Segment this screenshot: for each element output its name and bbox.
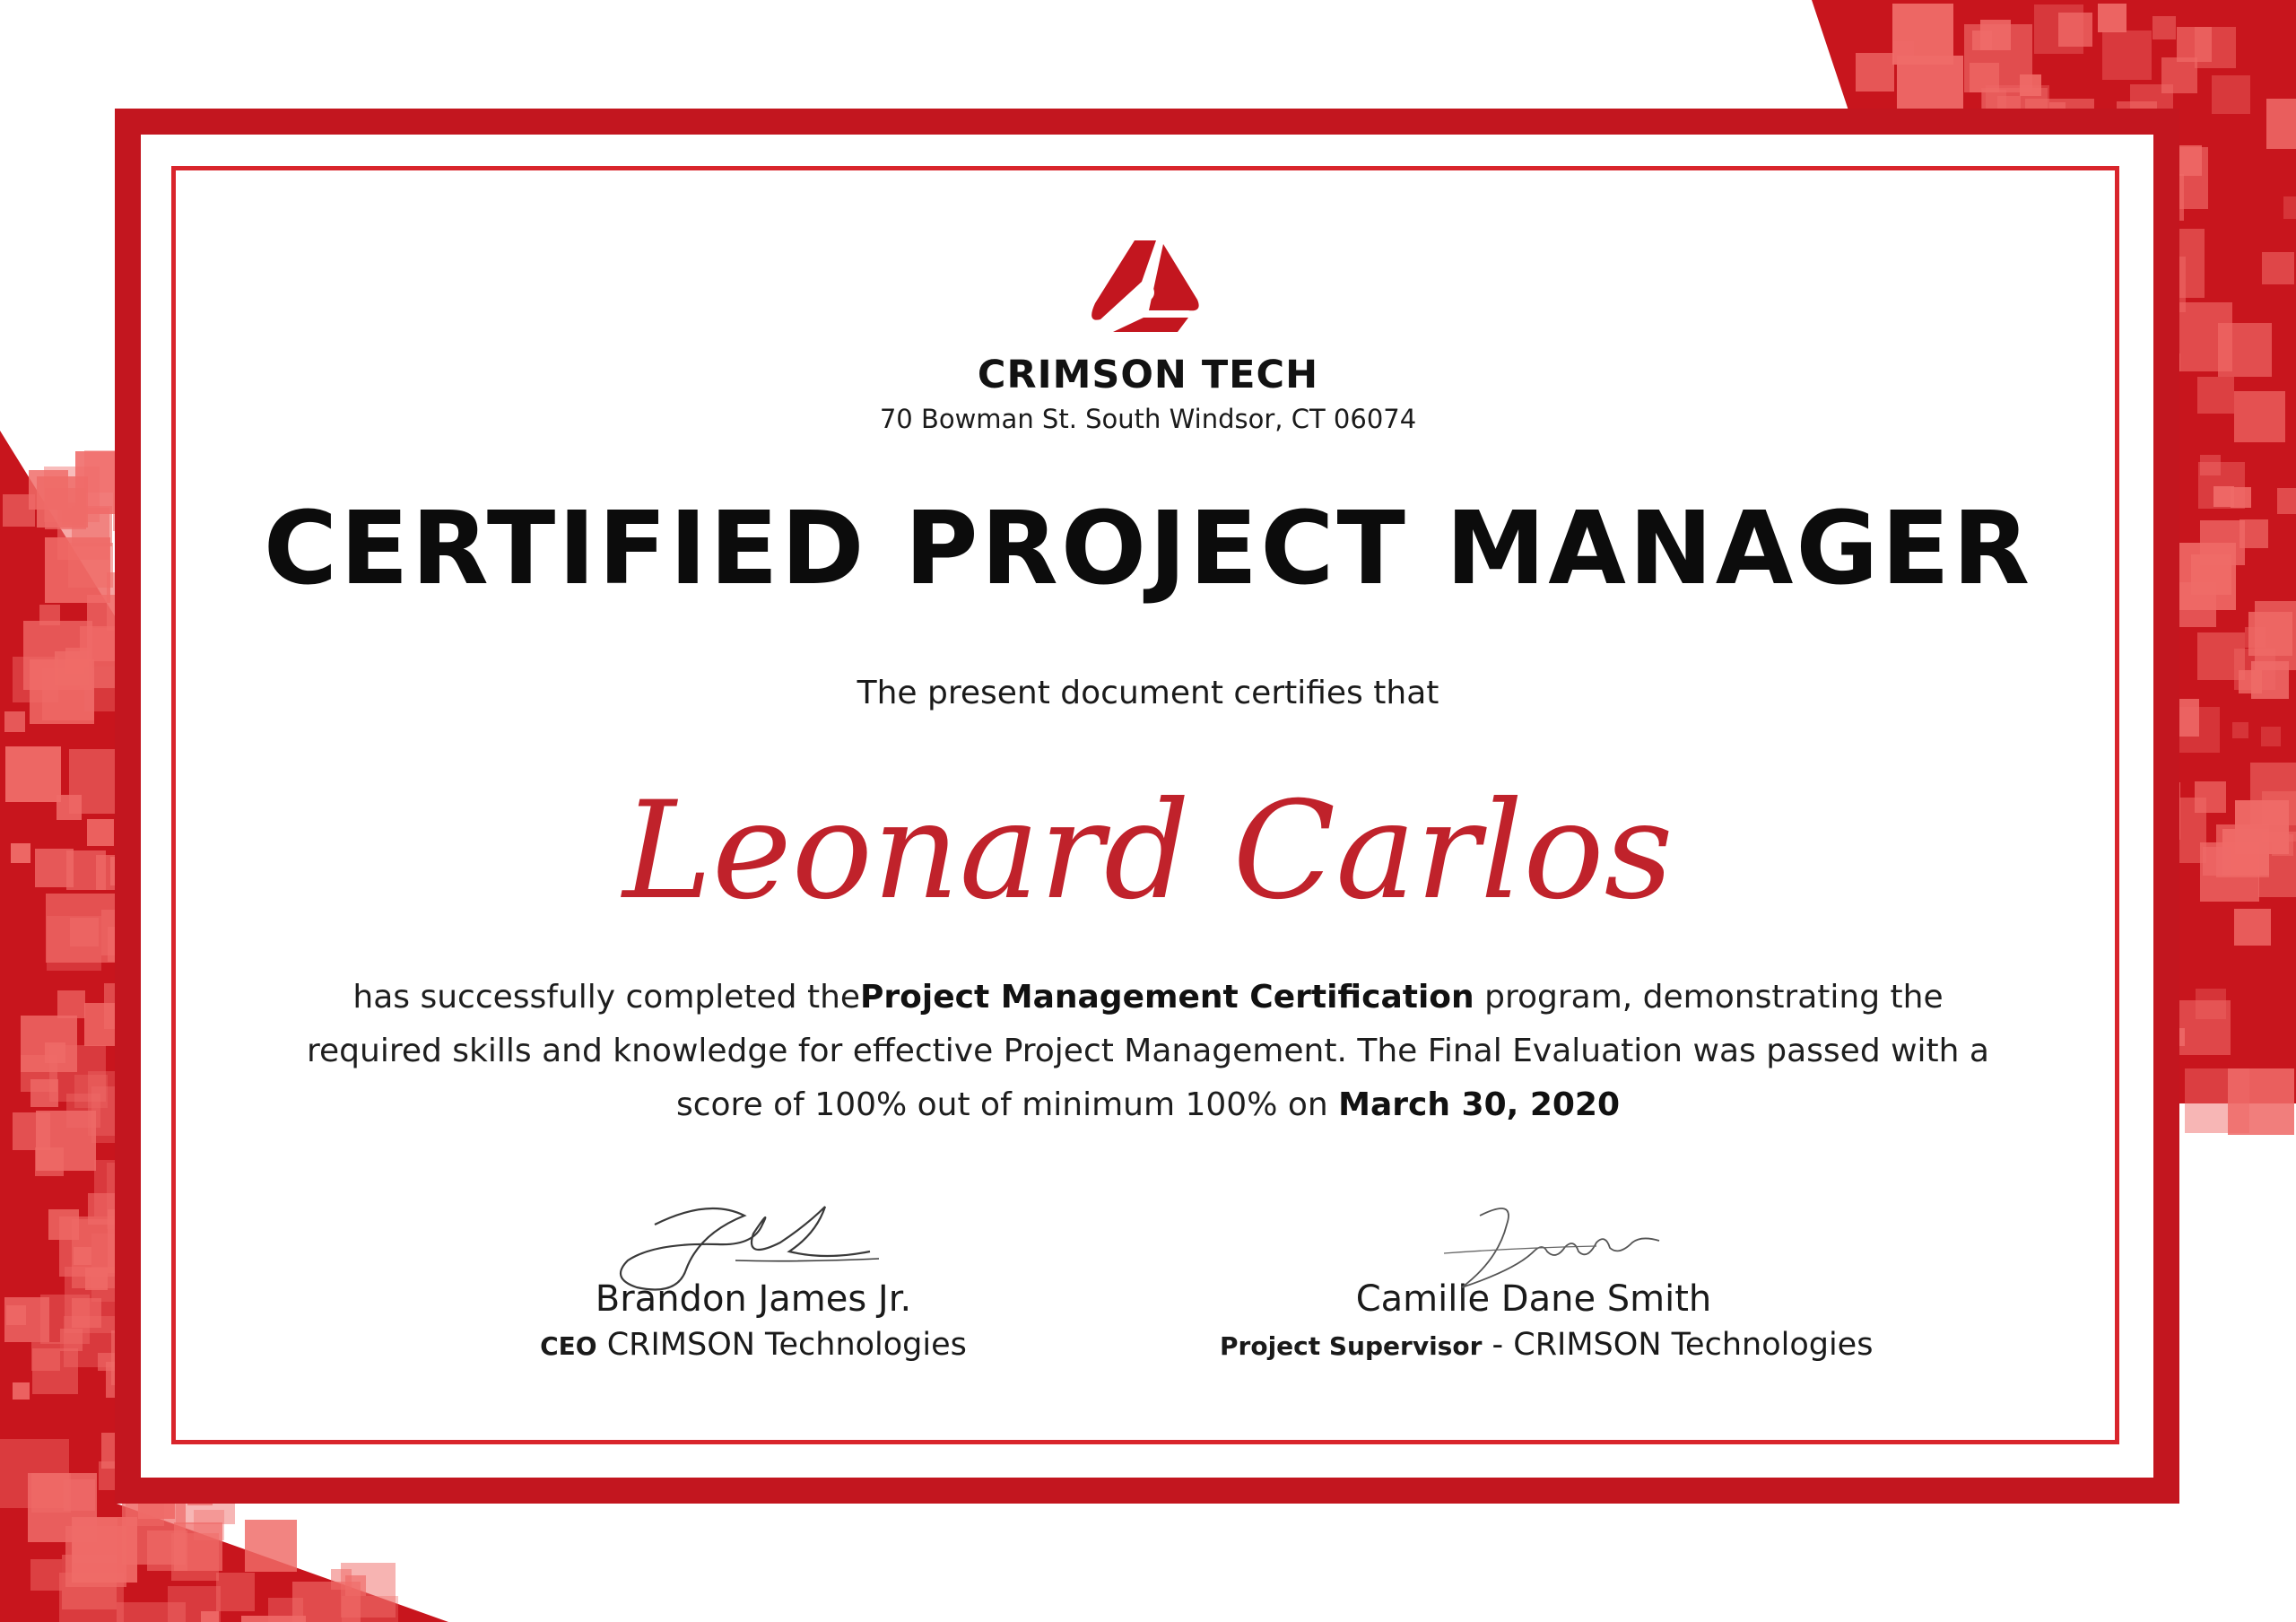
- mosaic-square: [2266, 99, 2296, 149]
- signature-block-ceo: Brandon James Jr. CEO CRIMSON Technologi…: [502, 1206, 1004, 1363]
- mosaic-square: [1980, 20, 2011, 50]
- mosaic-square: [59, 1216, 119, 1277]
- recipient-name: Leonard Carlos: [0, 746, 2296, 962]
- mosaic-square: [72, 1298, 101, 1328]
- mosaic-square: [1856, 53, 1894, 92]
- mosaic-square: [2261, 727, 2281, 746]
- mosaic-square: [2176, 1000, 2231, 1055]
- mosaic-square: [4, 711, 25, 732]
- company-name: CRIMSON TECH: [977, 353, 1319, 397]
- mosaic-square: [1970, 63, 1999, 92]
- recipient-name-text: Leonard Carlos: [620, 773, 1673, 929]
- mosaic-square: [60, 1329, 83, 1351]
- handwritten-signature-right: [1443, 1208, 1660, 1288]
- mosaic-square: [2058, 13, 2092, 47]
- mosaic-square: [1892, 4, 1953, 65]
- mosaic-square: [2161, 57, 2197, 93]
- mosaic-square: [2102, 31, 2152, 80]
- mosaic-square: [268, 1598, 303, 1622]
- signer-org: - CRIMSON Technologies: [1482, 1327, 1874, 1363]
- mosaic-square: [2020, 74, 2041, 96]
- crimson-triangle-logo-icon: [1091, 240, 1199, 332]
- handwritten-signature-left: [619, 1206, 880, 1291]
- mosaic-square: [28, 1473, 97, 1542]
- mosaic-square: [2212, 75, 2250, 114]
- mosaic-square: [2098, 4, 2126, 32]
- mosaic-square: [2197, 632, 2245, 680]
- mosaic-square: [21, 1055, 57, 1092]
- company-address: 70 Bowman St. South Windsor, CT 06074: [879, 404, 1417, 434]
- mosaic-square: [2262, 252, 2294, 284]
- mosaic-square: [2248, 612, 2292, 656]
- mosaic-square: [341, 1563, 396, 1618]
- mosaic-square: [201, 1611, 219, 1622]
- mosaic-square: [13, 1382, 30, 1400]
- signature-block-supervisor: Camille Dane Smith Project Supervisor - …: [1220, 1208, 1873, 1363]
- mosaic-square: [216, 1573, 255, 1611]
- mosaic-square: [2232, 722, 2248, 738]
- signer-role: CEO: [540, 1331, 597, 1361]
- intro-line: The present document certifies that: [857, 675, 1439, 711]
- mosaic-square: [2283, 196, 2296, 219]
- signer-org: CRIMSON Technologies: [596, 1327, 967, 1363]
- mosaic-square: [6, 1305, 26, 1325]
- mosaic-square: [2185, 1068, 2249, 1133]
- description-part1: has successfully completed the: [352, 979, 861, 1016]
- mosaic-square: [147, 1530, 187, 1571]
- program-name: Project Management Certification: [860, 979, 1474, 1016]
- mosaic-square: [35, 1147, 64, 1176]
- completion-date: March 30, 2020: [1338, 1086, 1621, 1123]
- mosaic-square: [245, 1520, 297, 1572]
- signer-title: CEO CRIMSON Technologies: [502, 1327, 1004, 1363]
- mosaic-square: [31, 1342, 60, 1371]
- signer-title: Project Supervisor - CRIMSON Technologie…: [1220, 1327, 1873, 1363]
- certificate-description: has successfully completed theProject Ma…: [305, 971, 1991, 1132]
- mosaic-square: [57, 990, 85, 1018]
- mosaic-square: [2195, 27, 2236, 68]
- mosaic-square: [30, 1559, 62, 1591]
- mosaic-square: [2152, 16, 2176, 39]
- certificate-title: CERTIFIED PROJECT MANAGER: [263, 491, 2033, 607]
- signer-role: Project Supervisor: [1220, 1331, 1483, 1361]
